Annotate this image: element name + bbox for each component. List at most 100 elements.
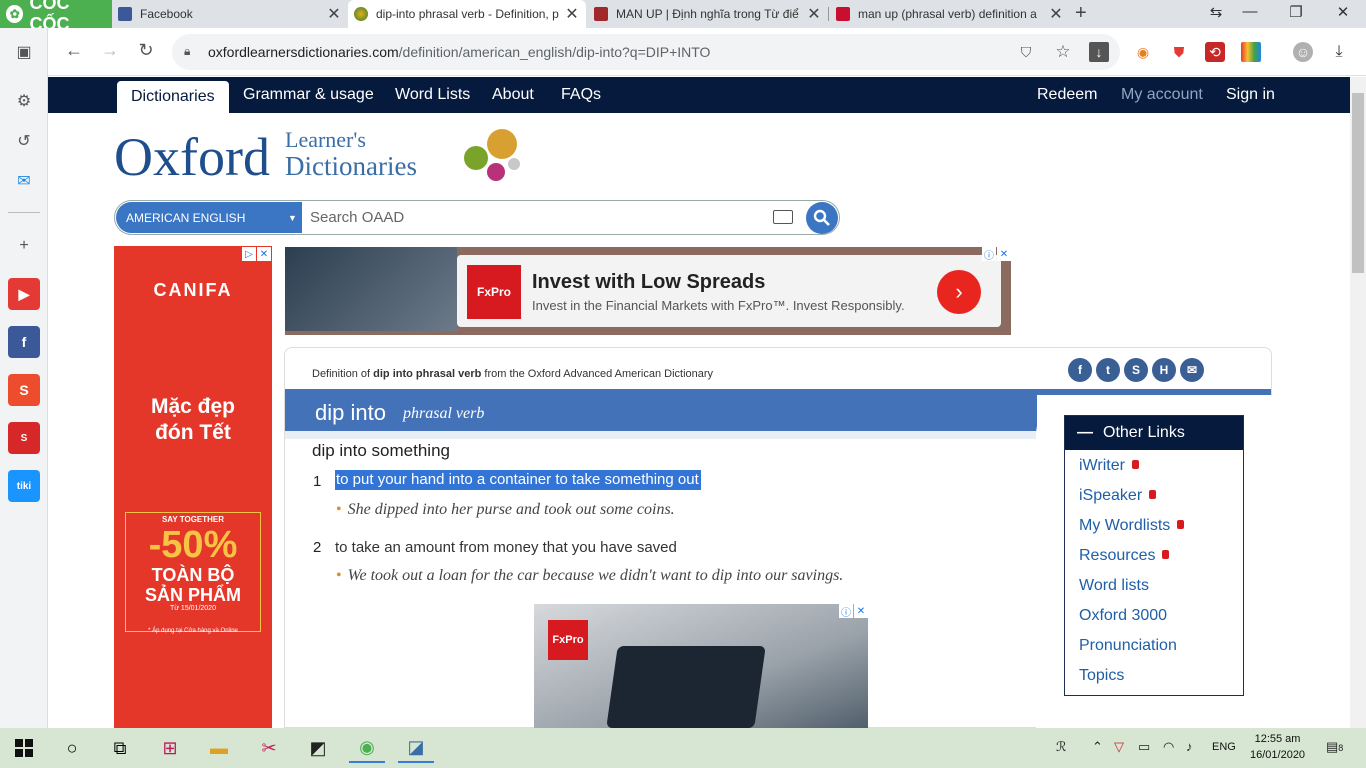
- close-window-button[interactable]: ✕: [1333, 3, 1353, 21]
- digg-share-icon[interactable]: H: [1152, 358, 1176, 382]
- nav-dictionaries[interactable]: Dictionaries: [117, 81, 229, 113]
- url-text[interactable]: oxfordlearnersdictionaries.com/definitio…: [208, 44, 710, 60]
- close-tab-icon[interactable]: ✕: [1048, 4, 1064, 24]
- fxpro-logo: FxPro: [548, 620, 588, 660]
- headword: dip into: [315, 400, 386, 425]
- tab-facebook[interactable]: Facebook ✕: [112, 0, 348, 28]
- close-ad-icon[interactable]: ✕: [997, 247, 1011, 261]
- nav-grammar-usage[interactable]: Grammar & usage: [243, 77, 374, 113]
- facebook-icon[interactable]: f: [8, 326, 40, 358]
- nav-about[interactable]: About: [492, 77, 534, 113]
- windows-start-icon[interactable]: [6, 733, 42, 763]
- search-input[interactable]: [310, 203, 760, 232]
- youtube-icon[interactable]: ▶: [8, 278, 40, 310]
- close-tab-icon[interactable]: ✕: [326, 4, 342, 24]
- link-iwriter[interactable]: iWriter: [1079, 457, 1139, 475]
- sticky-notes-icon[interactable]: ◩: [300, 733, 336, 763]
- battery-icon[interactable]: ▭: [1138, 739, 1150, 755]
- people-icon[interactable]: ℛ: [1056, 739, 1066, 755]
- stumbleupon-share-icon[interactable]: S: [1124, 358, 1148, 382]
- task-view-icon[interactable]: ⧉: [102, 733, 138, 763]
- oxford-logo-text[interactable]: Oxford: [114, 126, 270, 188]
- new-tab-button[interactable]: +: [1075, 2, 1087, 25]
- downloads-icon[interactable]: ⤓: [1329, 42, 1349, 62]
- other-links-header[interactable]: — Other Links: [1065, 416, 1243, 450]
- link-label: iWriter: [1079, 457, 1125, 474]
- tab-man-up-cambridge[interactable]: MAN UP | Định nghĩa trong Từ điể ✕: [588, 0, 828, 28]
- adchoices-icon[interactable]: ▷: [242, 247, 256, 261]
- input-language[interactable]: ENG: [1212, 741, 1236, 753]
- coccoc-taskbar-icon[interactable]: ◉: [349, 733, 385, 763]
- back-button[interactable]: ←: [62, 40, 86, 61]
- taskbar-app-icon[interactable]: ◪: [398, 733, 434, 763]
- link-oxford-3000[interactable]: Oxford 3000: [1079, 607, 1167, 625]
- twitter-share-icon[interactable]: t: [1096, 358, 1120, 382]
- close-tab-icon[interactable]: ✕: [806, 4, 822, 24]
- show-hidden-icons[interactable]: ⌃: [1092, 739, 1103, 755]
- forward-button[interactable]: →: [98, 40, 122, 61]
- tray-app-icon[interactable]: ▽: [1114, 739, 1124, 755]
- email-share-icon[interactable]: ✉: [1180, 358, 1204, 382]
- taskbar-app-icon[interactable]: ⊞: [152, 733, 188, 763]
- tab-search-icon[interactable]: ⇆: [1206, 3, 1226, 21]
- example-text: She dipped into her purse and took out s…: [347, 501, 675, 518]
- bookmark-star-icon[interactable]: ☆: [1053, 42, 1073, 62]
- nav-redeem[interactable]: Redeem: [1037, 77, 1097, 113]
- link-word-lists[interactable]: Word lists: [1079, 577, 1149, 595]
- extension-colorful-icon[interactable]: [1241, 42, 1261, 62]
- extension-red-icon[interactable]: ⟲: [1205, 42, 1225, 62]
- adblock-icon[interactable]: ⛊: [1169, 42, 1189, 62]
- keyboard-icon[interactable]: [773, 210, 793, 224]
- minimize-button[interactable]: —: [1240, 3, 1260, 20]
- link-my-wordlists[interactable]: My Wordlists: [1079, 517, 1185, 535]
- nav-word-lists[interactable]: Word Lists: [395, 77, 470, 113]
- lock-icon[interactable]: 🔒︎: [184, 44, 190, 59]
- add-sidebar-app-icon[interactable]: +: [12, 234, 36, 258]
- download-page-icon[interactable]: ↓: [1089, 42, 1109, 62]
- nav-faqs[interactable]: FAQs: [561, 77, 601, 113]
- settings-icon[interactable]: ⚙: [12, 89, 36, 113]
- reload-button[interactable]: ↻: [134, 40, 158, 61]
- wifi-icon[interactable]: ◠: [1163, 739, 1174, 755]
- link-topics[interactable]: Topics: [1079, 667, 1124, 685]
- extension-chrome-icon[interactable]: ◉: [1133, 42, 1153, 62]
- profile-avatar[interactable]: ☺: [1293, 42, 1313, 62]
- headword-bar: [285, 395, 1037, 431]
- cortana-search-icon[interactable]: ○: [54, 733, 90, 763]
- nav-sign-in[interactable]: Sign in: [1226, 77, 1275, 113]
- tab-title: MAN UP | Định nghĩa trong Từ điể: [616, 7, 799, 21]
- canifa-ad[interactable]: CANIFA Mặc đẹp đón Tết SAY TOGETHER -50%…: [114, 246, 272, 728]
- maximize-button[interactable]: ❐: [1286, 3, 1306, 21]
- link-pronunciation[interactable]: Pronunciation: [1079, 637, 1177, 655]
- messenger-icon[interactable]: ✉: [12, 169, 36, 193]
- adchoices-icon[interactable]: ⓘ: [982, 247, 996, 262]
- shield-icon[interactable]: ⛉: [1016, 42, 1036, 62]
- shopee-icon[interactable]: S: [8, 374, 40, 406]
- file-explorer-icon[interactable]: ▬: [201, 733, 237, 763]
- link-ispeaker[interactable]: iSpeaker: [1079, 487, 1157, 505]
- scrollbar-thumb[interactable]: [1352, 93, 1364, 273]
- ad-go-button[interactable]: ›: [937, 270, 981, 314]
- learners-dictionaries-logo[interactable]: Learner's Dictionaries: [285, 128, 417, 181]
- sidebar-toggle-icon[interactable]: ▣: [12, 40, 36, 64]
- dictionary-select[interactable]: AMERICAN ENGLISH ▼: [116, 202, 302, 233]
- action-center-icon[interactable]: ▤8: [1326, 739, 1343, 755]
- system-clock[interactable]: 12:55 am 16/01/2020: [1250, 731, 1305, 763]
- history-icon[interactable]: ↺: [12, 129, 36, 153]
- tab-man-up-macmillan[interactable]: man up (phrasal verb) definition a ✕: [830, 0, 1070, 28]
- snipping-tool-icon[interactable]: ✂: [251, 733, 287, 763]
- adchoices-icon[interactable]: ⓘ: [839, 604, 853, 619]
- volume-icon[interactable]: ♪: [1186, 739, 1193, 754]
- lock-icon: [1149, 490, 1157, 499]
- facebook-share-icon[interactable]: f: [1068, 358, 1092, 382]
- link-resources[interactable]: Resources: [1079, 547, 1170, 565]
- nav-my-account[interactable]: My account: [1121, 77, 1203, 113]
- search-button[interactable]: [806, 202, 838, 234]
- close-ad-icon[interactable]: ✕: [257, 247, 271, 261]
- sale-icon[interactable]: S: [8, 422, 40, 454]
- tiki-icon[interactable]: tiki: [8, 470, 40, 502]
- close-tab-icon[interactable]: ✕: [564, 4, 580, 24]
- tab-dip-into[interactable]: dip-into phrasal verb - Definition, p ✕: [348, 0, 586, 28]
- close-ad-icon[interactable]: ✕: [854, 604, 868, 618]
- coccoc-menu-button[interactable]: ✿ CỐC CỐC: [0, 0, 112, 34]
